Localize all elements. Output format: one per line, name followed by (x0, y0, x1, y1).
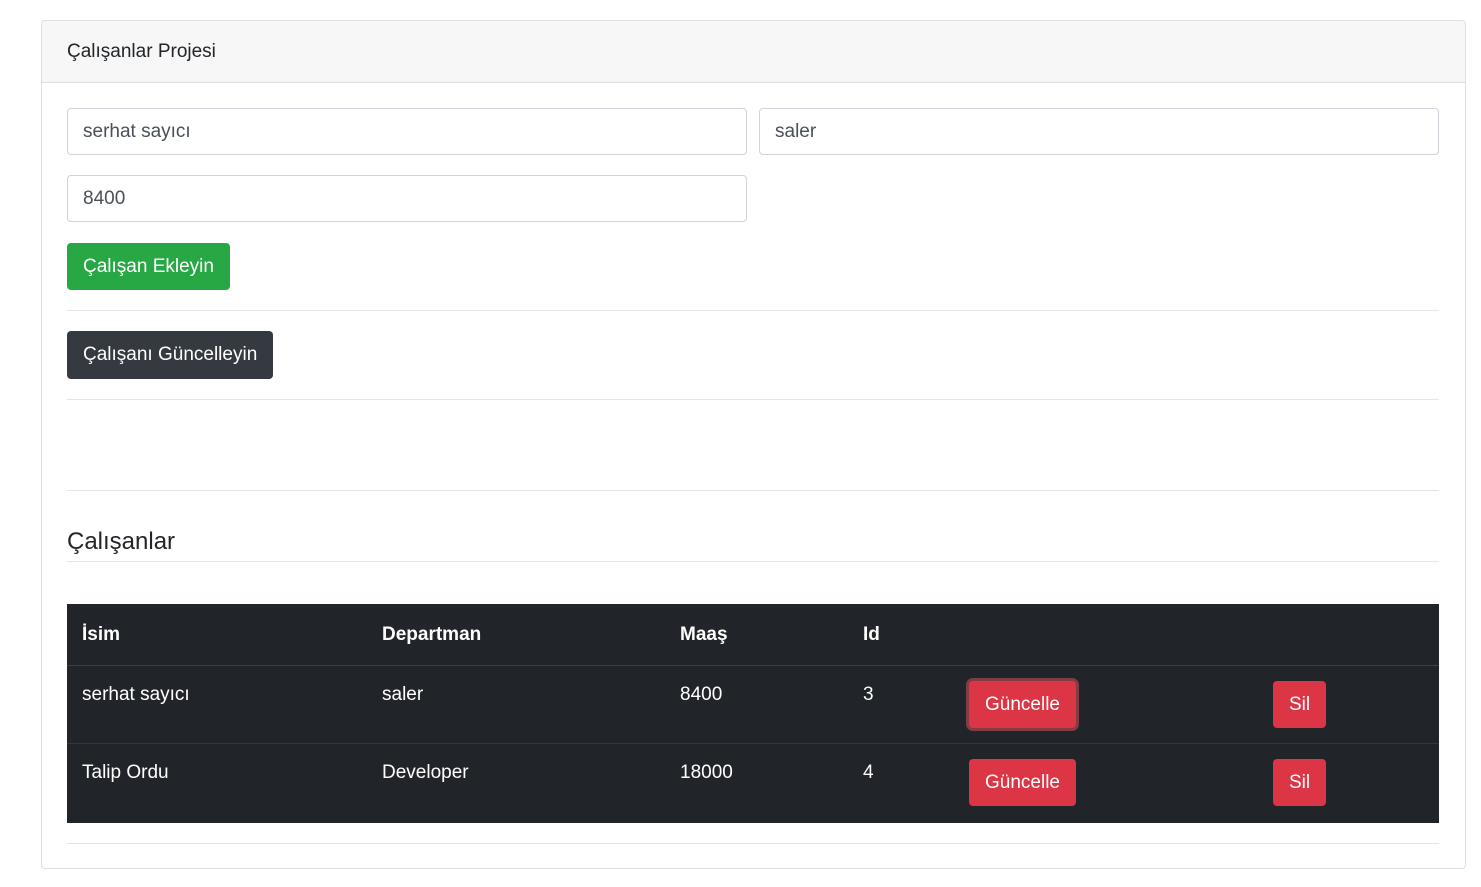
divider (67, 561, 1439, 562)
add-employee-button[interactable]: Çalışan Ekleyin (67, 243, 230, 290)
cell-department: saler (382, 684, 424, 705)
divider (67, 310, 1439, 311)
column-header-name: İsim (82, 624, 121, 645)
card-header: Çalışanlar Projesi (42, 21, 1465, 83)
cell-name: Talip Ordu (82, 762, 169, 783)
project-card: Çalışanlar Projesi Çalışan Ekleyin Çalış… (41, 20, 1466, 869)
salary-input[interactable] (67, 175, 747, 222)
update-employee-button[interactable]: Çalışanı Güncelleyin (67, 331, 274, 379)
divider (67, 399, 1439, 400)
employees-heading: Çalışanlar (67, 528, 176, 555)
update-row-button[interactable]: Güncelle (969, 681, 1076, 728)
cell-salary: 8400 (680, 684, 723, 705)
table-row: serhat sayıcı saler 8400 3 Güncelle Sil (67, 666, 1439, 744)
cell-id: 3 (863, 684, 874, 705)
page-title: Çalışanlar Projesi (67, 40, 216, 62)
name-input[interactable] (67, 108, 747, 155)
delete-row-button[interactable]: Sil (1273, 681, 1327, 728)
column-header-id: Id (863, 624, 880, 645)
delete-row-button[interactable]: Sil (1273, 759, 1327, 806)
cell-department: Developer (382, 762, 469, 783)
update-row-button[interactable]: Güncelle (969, 759, 1076, 806)
employees-table: İsim Departman Maaş Id serhat sayıcı sal… (67, 604, 1439, 823)
department-input[interactable] (759, 108, 1439, 155)
divider (67, 490, 1439, 491)
cell-id: 4 (863, 762, 874, 783)
table-row: Talip Ordu Developer 18000 4 Güncelle Si… (67, 744, 1439, 822)
divider (67, 843, 1439, 844)
column-header-department: Departman (382, 624, 482, 645)
column-header-salary: Maaş (680, 624, 728, 645)
table-header: İsim Departman Maaş Id (67, 604, 1439, 666)
cell-name: serhat sayıcı (82, 684, 190, 705)
cell-salary: 18000 (680, 762, 733, 783)
